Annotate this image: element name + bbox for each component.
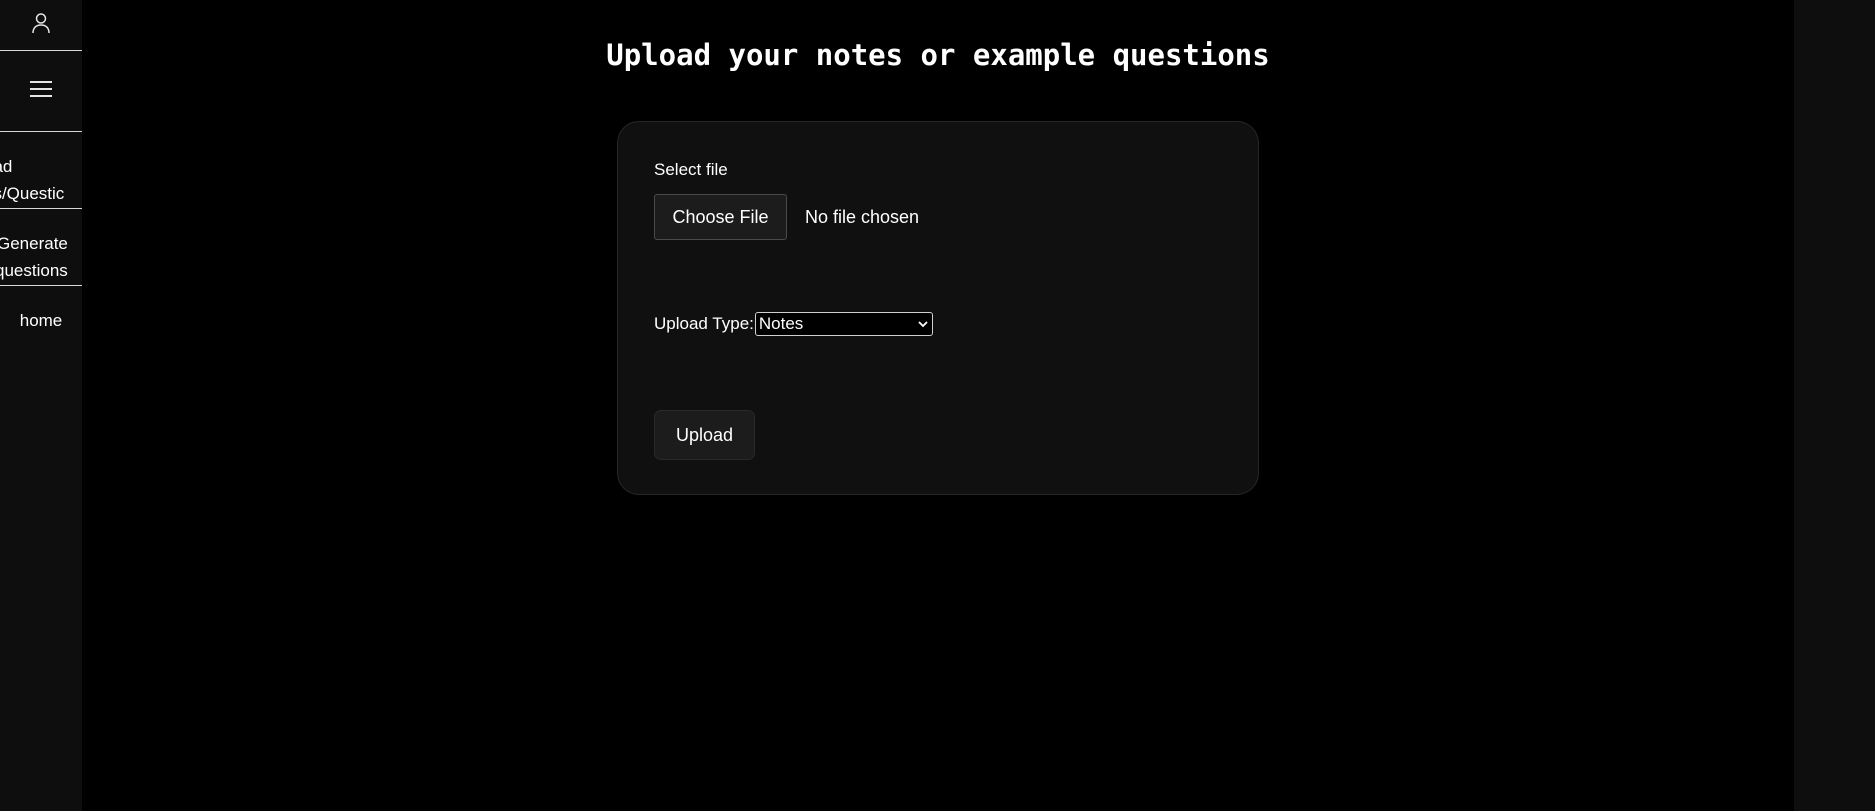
upload-button[interactable]: Upload <box>654 410 755 460</box>
sidebar-item-generate[interactable]: Generate questions <box>0 230 82 286</box>
page-title: Upload your notes or example questions <box>606 38 1270 72</box>
upload-form-card: Select file Choose File No file chosen U… <box>617 121 1259 495</box>
upload-type-select[interactable]: Notes <box>754 312 933 336</box>
sidebar-item-upload[interactable]: oad es/Questic <box>0 153 82 209</box>
sidebar-item-home-label: home <box>19 311 63 330</box>
sidebar: oad es/Questic Generate questions home <box>0 0 82 811</box>
right-gutter <box>1794 0 1875 811</box>
chevron-down-icon <box>918 319 928 329</box>
sidebar-item-generate-line1: Generate <box>0 234 68 253</box>
menu-toggle-button[interactable] <box>0 51 82 132</box>
upload-type-row: Upload Type: Notes <box>654 312 933 336</box>
sidebar-item-upload-line2: es/Questic <box>0 184 65 203</box>
app-root: oad es/Questic Generate questions home U… <box>0 0 1875 811</box>
upload-type-label: Upload Type: <box>654 314 754 333</box>
user-profile-button[interactable] <box>0 0 82 51</box>
choose-file-button[interactable]: Choose File <box>654 194 787 240</box>
sidebar-item-upload-line1: oad <box>0 157 13 176</box>
upload-type-selected-value: Notes <box>758 314 804 333</box>
file-status-text: No file chosen <box>805 206 920 227</box>
sidebar-item-home[interactable]: home <box>0 307 82 337</box>
user-icon <box>31 12 51 39</box>
select-file-label: Select file <box>654 160 728 179</box>
file-input: Choose File No file chosen <box>654 194 919 240</box>
sidebar-item-generate-line2: questions <box>0 261 68 280</box>
hamburger-menu-icon <box>29 80 53 103</box>
